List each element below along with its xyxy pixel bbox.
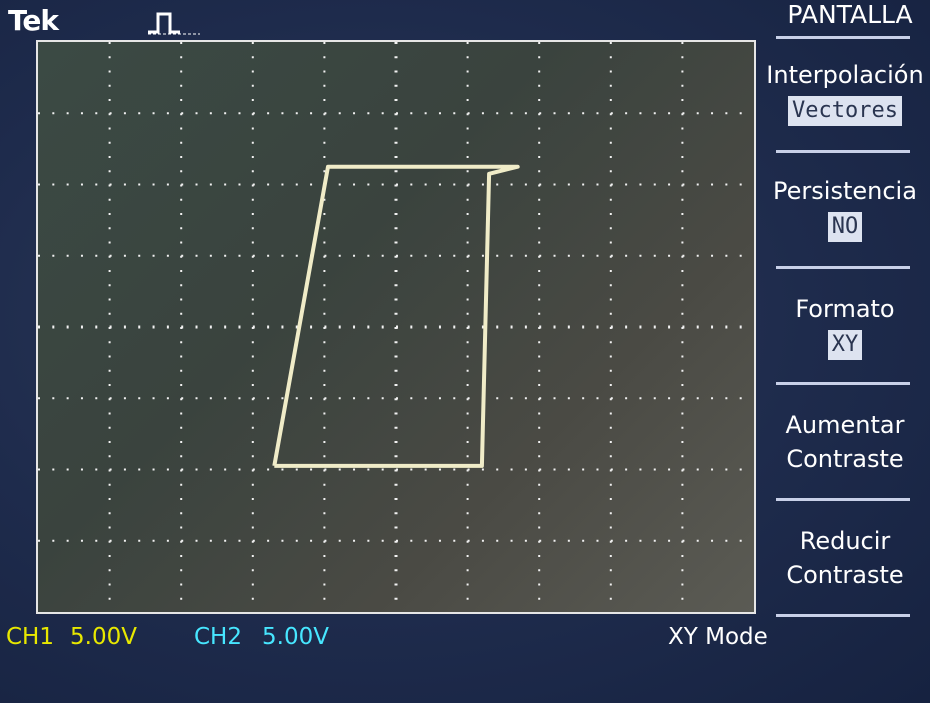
menu-separator (776, 150, 910, 153)
ch1-scale: 5.00V (70, 624, 137, 650)
ch1-name: CH1 (6, 624, 54, 650)
top-bar: Tek (0, 0, 760, 40)
waveform-display (36, 40, 756, 614)
ch2-scale: 5.00V (262, 624, 329, 650)
menu-separator (776, 382, 910, 385)
menu-persistencia-value: NO (827, 212, 863, 242)
menu-separator (776, 36, 910, 39)
xy-trace (272, 164, 520, 468)
menu-separator (776, 266, 910, 269)
menu-interpolacion-value: Vectores (788, 96, 902, 126)
menu-interpolacion[interactable]: Interpolación Vectores (762, 58, 928, 126)
menu-formato[interactable]: Formato XY (762, 292, 928, 360)
menu-interpolacion-label: Interpolación (766, 61, 924, 89)
menu-persistencia[interactable]: Persistencia NO (762, 174, 928, 242)
menu-separator (776, 614, 910, 617)
menu-formato-label: Formato (795, 295, 895, 323)
ch2-name: CH2 (194, 624, 242, 650)
trigger-status-icon (148, 12, 200, 35)
xy-plot (38, 42, 754, 612)
menu-title: PANTALLA (787, 0, 913, 29)
brand-logo: Tek (8, 4, 59, 37)
menu-formato-value: XY (827, 330, 863, 360)
menu-reducir-contraste[interactable]: Reducir Contraste (762, 524, 928, 592)
menu-aumentar-contraste[interactable]: Aumentar Contraste (762, 408, 928, 476)
xy-mode-label: XY Mode (668, 624, 768, 650)
menu-separator (776, 498, 910, 501)
menu-persistencia-label: Persistencia (773, 177, 917, 205)
